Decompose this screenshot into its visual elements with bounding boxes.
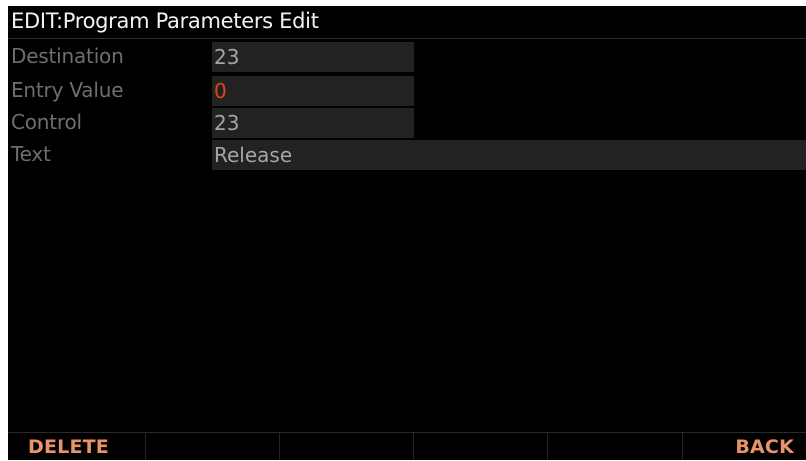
entry-value-field[interactable]: 0: [212, 76, 414, 106]
param-row-control: Control 23: [8, 108, 806, 139]
entry-value-label: Entry Value: [11, 78, 124, 102]
softkey-3[interactable]: [280, 433, 414, 460]
delete-button[interactable]: DELETE: [8, 433, 146, 460]
destination-field[interactable]: 23: [212, 42, 414, 72]
softkey-2[interactable]: [146, 433, 280, 460]
softkey-bar: DELETE BACK: [8, 432, 806, 460]
control-field[interactable]: 23: [212, 108, 414, 138]
text-label: Text: [11, 142, 51, 166]
softkey-5[interactable]: [548, 433, 683, 460]
param-row-text: Text Release: [8, 140, 806, 171]
param-row-entry-value: Entry Value 0: [8, 76, 806, 107]
destination-label: Destination: [11, 44, 124, 68]
title-bar: EDIT:Program Parameters Edit: [8, 6, 806, 39]
display-screen: EDIT:Program Parameters Edit Destination…: [8, 6, 806, 460]
text-field[interactable]: Release: [212, 140, 806, 170]
control-label: Control: [11, 110, 82, 134]
page-title: EDIT:Program Parameters Edit: [11, 9, 319, 33]
param-row-destination: Destination 23: [8, 42, 806, 73]
back-button[interactable]: BACK: [683, 433, 806, 460]
softkey-4[interactable]: [414, 433, 548, 460]
